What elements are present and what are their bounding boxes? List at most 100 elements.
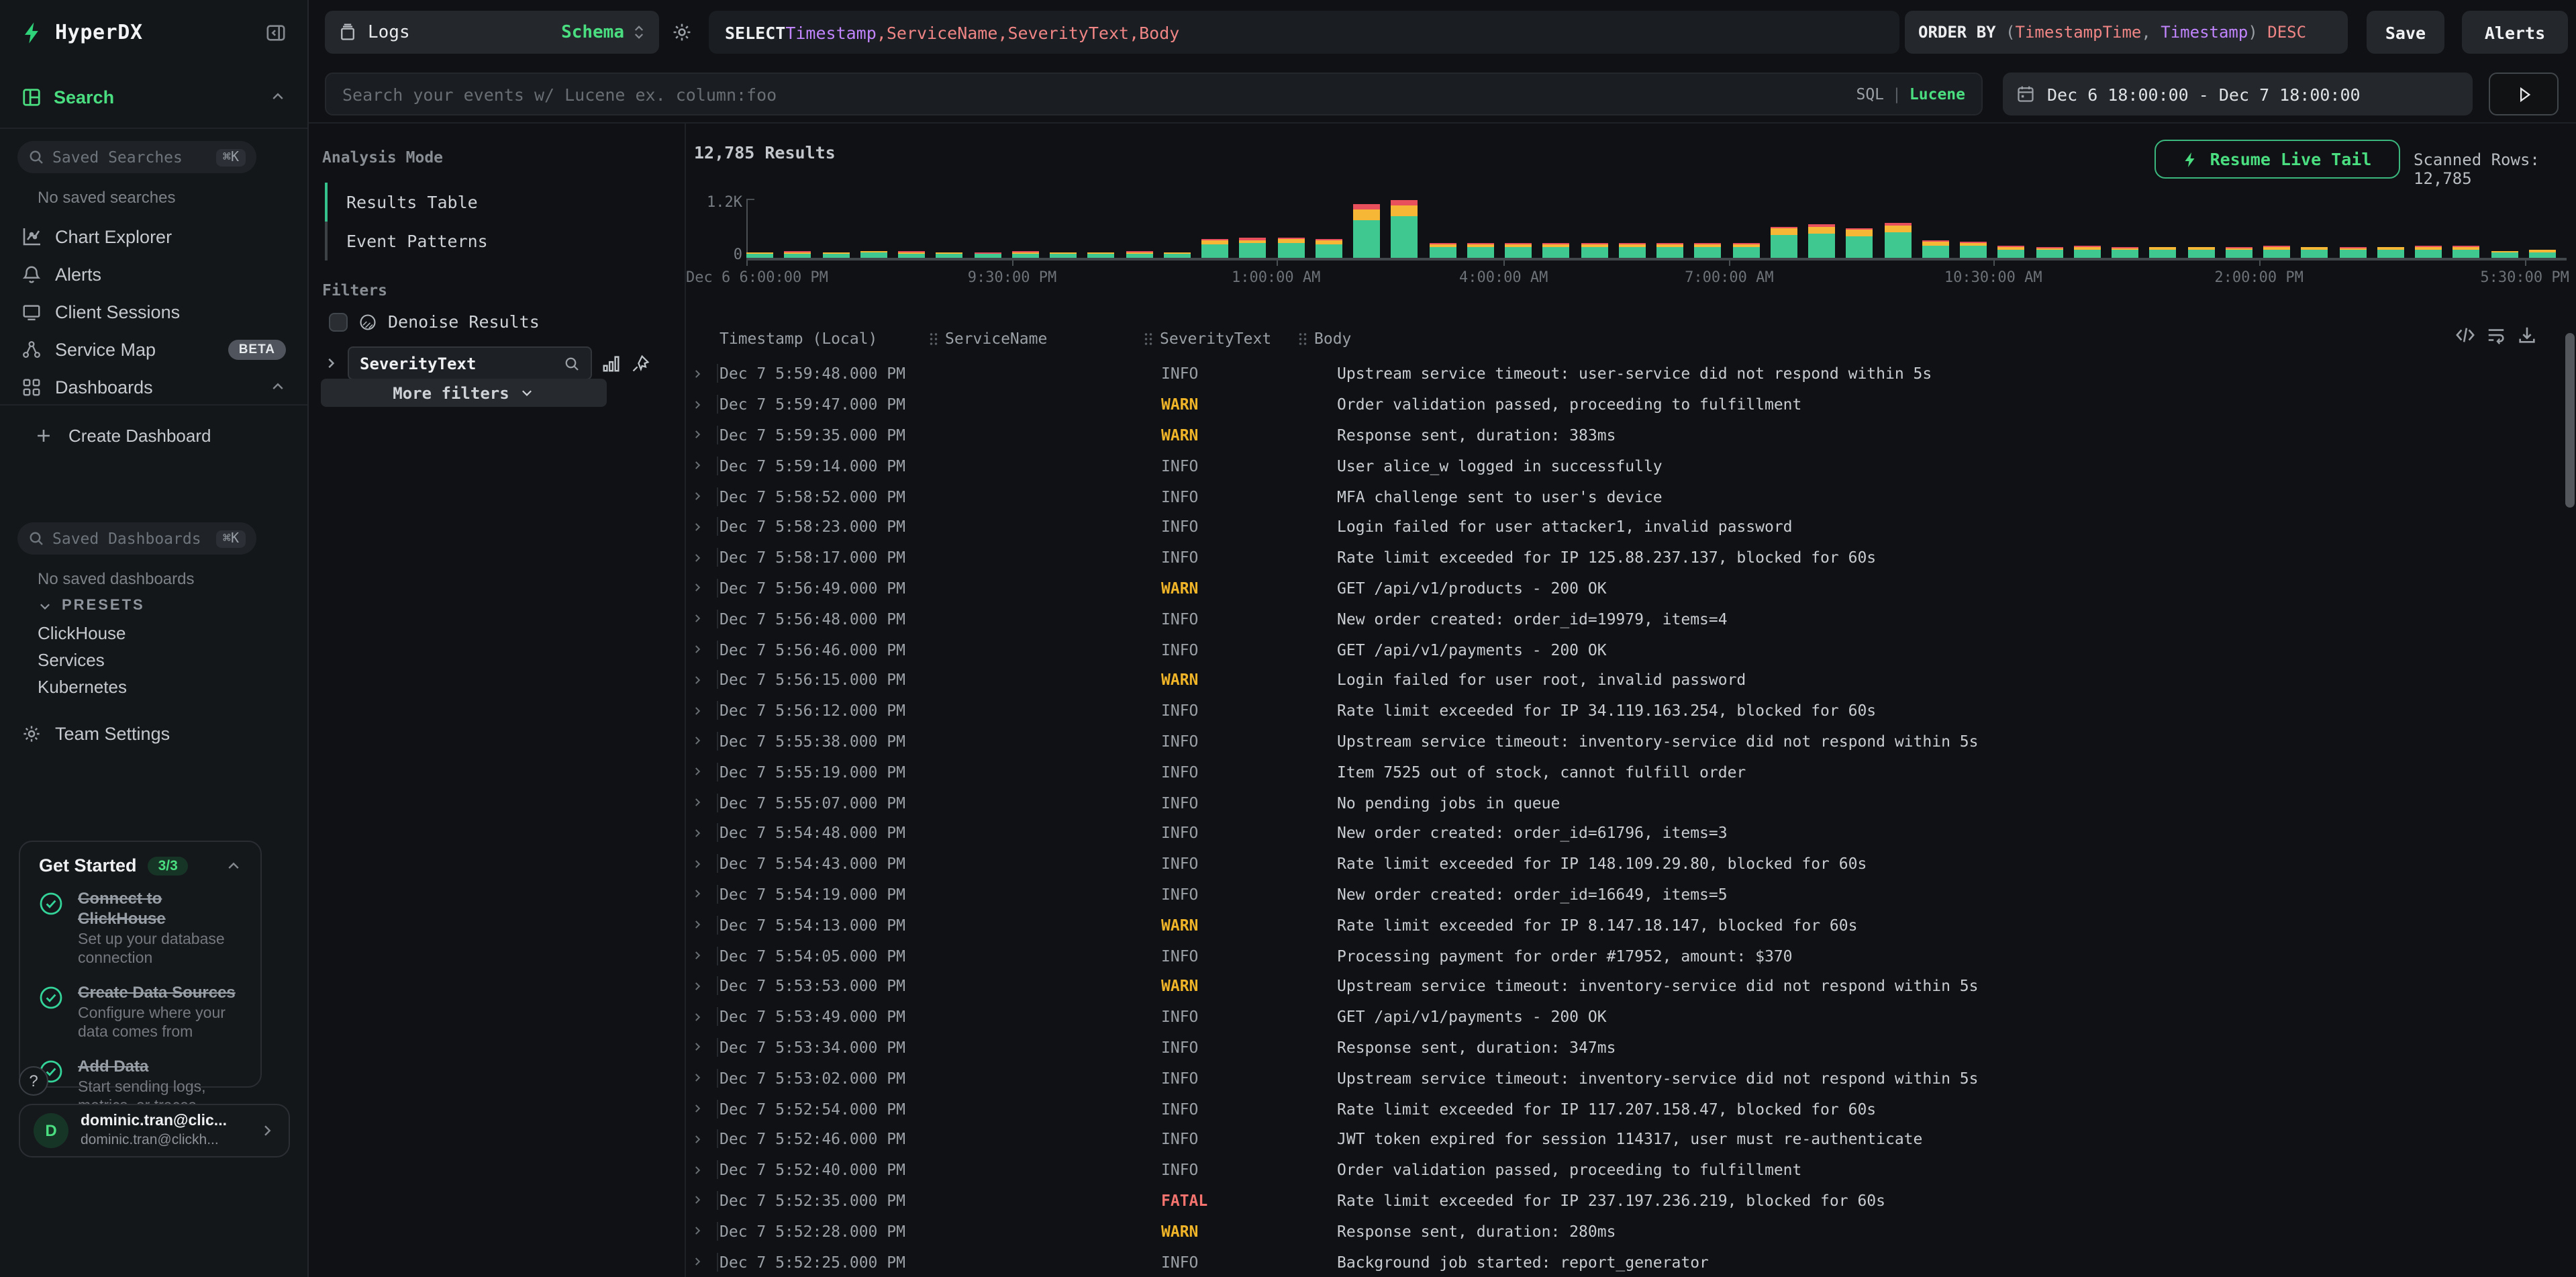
histogram-bar[interactable]	[1277, 237, 1304, 258]
histogram-bar[interactable]	[1771, 226, 1797, 258]
histogram-bar[interactable]	[1429, 243, 1456, 258]
mode-lucene[interactable]: Lucene	[1910, 85, 1965, 103]
expand-row-icon[interactable]	[686, 946, 718, 965]
histogram-bar[interactable]	[1581, 244, 1607, 258]
select-query-editor[interactable]: SELECT Timestamp ,ServiceName,SeverityTe…	[709, 11, 1899, 54]
saved-searches-input[interactable]: Saved Searches ⌘K	[17, 141, 256, 173]
histogram-bar[interactable]	[1240, 238, 1267, 258]
table-row[interactable]: Dec 7 5:59:47.000 PMWARNOrder validation…	[686, 389, 2552, 420]
histogram-bar[interactable]	[1012, 251, 1039, 258]
expand-row-icon[interactable]	[686, 1221, 718, 1240]
histogram-bar[interactable]	[1808, 224, 1835, 258]
table-row[interactable]: Dec 7 5:56:48.000 PMINFONew order create…	[686, 604, 2552, 634]
histogram-bar[interactable]	[898, 252, 925, 258]
user-menu[interactable]: D dominic.tran@clic... dominic.tran@clic…	[19, 1104, 290, 1157]
query-language-toggle[interactable]: SQL | Lucene	[1856, 85, 1965, 103]
source-selector[interactable]: Logs Schema	[325, 11, 659, 54]
histogram-bar[interactable]	[2339, 247, 2366, 258]
expand-row-icon[interactable]	[686, 1130, 718, 1149]
histogram-bar[interactable]	[860, 251, 887, 258]
drag-handle-icon[interactable]	[1144, 331, 1153, 346]
chart-toggle-icon[interactable]	[601, 353, 622, 373]
table-row[interactable]: Dec 7 5:55:38.000 PMINFOUpstream service…	[686, 726, 2552, 757]
histogram-bar[interactable]	[1656, 243, 1683, 258]
sidebar-item-alerts[interactable]: Alerts	[0, 255, 307, 293]
column-header-body[interactable]: Body	[1298, 329, 2552, 348]
orderby-editor[interactable]: ORDER BY (TimestampTime, Timestamp) DESC	[1905, 11, 2348, 54]
table-row[interactable]: Dec 7 5:56:12.000 PMINFORate limit excee…	[686, 696, 2552, 726]
expand-row-icon[interactable]	[686, 915, 718, 934]
chevron-up-icon[interactable]	[270, 379, 286, 395]
mode-sql[interactable]: SQL	[1856, 85, 1884, 103]
expand-row-icon[interactable]	[686, 763, 718, 782]
source-settings-gear-icon[interactable]	[671, 21, 693, 43]
table-row[interactable]: Dec 7 5:52:25.000 PMINFOBackground job s…	[686, 1246, 2552, 1277]
histogram-bar[interactable]	[1846, 228, 1873, 258]
expand-row-icon[interactable]	[686, 610, 718, 628]
saved-dashboards-input[interactable]: Saved Dashboards ⌘K	[17, 522, 256, 555]
histogram-bar[interactable]	[1467, 242, 1494, 258]
table-row[interactable]: Dec 7 5:53:02.000 PMINFOUpstream service…	[686, 1063, 2552, 1094]
time-range-picker[interactable]: Dec 6 18:00:00 - Dec 7 18:00:00	[2003, 73, 2473, 115]
expand-row-icon[interactable]	[686, 885, 718, 904]
denoise-checkbox[interactable]	[329, 312, 348, 331]
expand-row-icon[interactable]	[686, 824, 718, 843]
histogram-bar[interactable]	[1353, 205, 1380, 258]
histogram-bar[interactable]	[1922, 240, 1949, 258]
drag-handle-icon[interactable]	[1298, 331, 1307, 346]
histogram-bar[interactable]	[2226, 247, 2252, 258]
sidebar-item-dashboards[interactable]: Dashboards	[0, 368, 307, 406]
histogram-bar[interactable]	[2377, 246, 2404, 258]
histogram-bar[interactable]	[974, 253, 1001, 258]
histogram-bar[interactable]	[2529, 250, 2556, 258]
preset-kubernetes[interactable]: Kubernetes	[38, 677, 127, 697]
mode-results-table[interactable]: Results Table	[325, 183, 647, 222]
chevron-up-icon[interactable]	[226, 857, 242, 873]
table-row[interactable]: Dec 7 5:56:49.000 PMWARNGET /api/v1/prod…	[686, 573, 2552, 604]
table-row[interactable]: Dec 7 5:54:05.000 PMINFOProcessing payme…	[686, 940, 2552, 971]
alerts-button[interactable]: Alerts	[2462, 11, 2568, 54]
get-started-item-connect-to-clickhouse[interactable]: Connect to ClickHouseSet up your databas…	[39, 889, 242, 969]
mode-event-patterns[interactable]: Event Patterns	[325, 222, 647, 261]
expand-row-icon[interactable]	[686, 640, 718, 659]
histogram-bar[interactable]	[2491, 250, 2518, 258]
get-started-item-create-data-sources[interactable]: Create Data SourcesConfigure where your …	[39, 983, 242, 1043]
histogram-bar[interactable]	[1088, 252, 1115, 258]
histogram-bar[interactable]	[1201, 239, 1228, 258]
histogram-bar[interactable]	[822, 252, 849, 258]
table-row[interactable]: Dec 7 5:53:49.000 PMINFOGET /api/v1/paym…	[686, 1001, 2552, 1032]
table-row[interactable]: Dec 7 5:54:13.000 PMWARNRate limit excee…	[686, 910, 2552, 941]
table-row[interactable]: Dec 7 5:59:14.000 PMINFOUser alice_w log…	[686, 451, 2552, 481]
histogram-bar[interactable]	[2187, 246, 2214, 258]
expand-row-icon[interactable]	[686, 487, 718, 506]
histogram-bar[interactable]	[2074, 246, 2101, 258]
expand-row-icon[interactable]	[686, 671, 718, 690]
table-row[interactable]: Dec 7 5:52:54.000 PMINFORate limit excee…	[686, 1093, 2552, 1124]
help-button[interactable]: ?	[19, 1066, 48, 1096]
table-row[interactable]: Dec 7 5:54:19.000 PMINFONew order create…	[686, 879, 2552, 910]
histogram-bar[interactable]	[2263, 246, 2290, 258]
histogram-bar[interactable]	[2453, 246, 2480, 258]
table-row[interactable]: Dec 7 5:52:46.000 PMINFOJWT token expire…	[686, 1124, 2552, 1155]
preset-services[interactable]: Services	[38, 650, 105, 670]
more-filters-button[interactable]: More filters	[321, 379, 607, 407]
expand-row-icon[interactable]	[686, 548, 718, 567]
sidebar-item-team-settings[interactable]: Team Settings	[0, 714, 307, 752]
denoise-results-toggle[interactable]: Denoise Results	[329, 312, 540, 332]
presets-toggle[interactable]: PRESETS	[38, 598, 145, 614]
table-row[interactable]: Dec 7 5:54:48.000 PMINFONew order create…	[686, 818, 2552, 849]
histogram-bar[interactable]	[1391, 200, 1418, 258]
expand-row-icon[interactable]	[686, 1007, 718, 1026]
table-row[interactable]: Dec 7 5:56:46.000 PMINFOGET /api/v1/paym…	[686, 634, 2552, 665]
table-row[interactable]: Dec 7 5:54:43.000 PMINFORate limit excee…	[686, 849, 2552, 880]
expand-row-icon[interactable]	[686, 701, 718, 720]
expand-row-icon[interactable]	[686, 1191, 718, 1210]
histogram-bar[interactable]	[1998, 246, 2025, 258]
histogram-bar[interactable]	[1050, 252, 1077, 258]
table-row[interactable]: Dec 7 5:52:35.000 PMFATALRate limit exce…	[686, 1185, 2552, 1216]
search-input[interactable]	[342, 84, 1856, 104]
histogram-bar[interactable]	[1884, 222, 1911, 258]
preset-clickhouse[interactable]: ClickHouse	[38, 623, 126, 643]
table-row[interactable]: Dec 7 5:53:34.000 PMINFOResponse sent, d…	[686, 1032, 2552, 1063]
save-button[interactable]: Save	[2367, 11, 2444, 54]
